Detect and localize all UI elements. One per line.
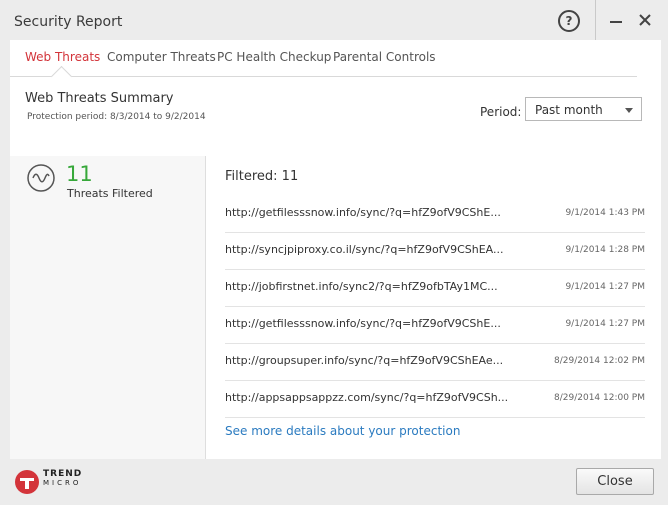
threat-time: 9/1/2014 1:43 PM bbox=[565, 208, 645, 218]
tab-web-threats[interactable]: Web Threats bbox=[25, 50, 100, 64]
title-bar: Security Report ? bbox=[0, 0, 668, 40]
tab-computer-threats[interactable]: Computer Threats bbox=[107, 50, 216, 64]
window-close-button[interactable] bbox=[634, 9, 656, 31]
logo-line-trend: TREND bbox=[43, 469, 83, 479]
close-button[interactable]: Close bbox=[576, 468, 654, 495]
report-panel: Web Threats Computer Threats PC Health C… bbox=[10, 40, 661, 459]
list-item: http://getfilesssnow.info/sync/?q=hfZ9of… bbox=[225, 196, 645, 233]
window-title: Security Report bbox=[14, 14, 123, 30]
minimize-icon bbox=[610, 21, 622, 23]
trend-micro-logo-icon bbox=[15, 470, 39, 494]
pane-divider bbox=[205, 156, 206, 459]
title-bar-divider bbox=[595, 0, 596, 40]
list-item: http://groupsuper.info/sync/?q=hfZ9ofV9C… bbox=[225, 344, 645, 381]
threat-url: http://syncjpiproxy.co.il/sync/?q=hfZ9of… bbox=[225, 243, 504, 256]
threat-url: http://jobfirstnet.info/sync2/?q=hfZ9ofb… bbox=[225, 280, 498, 293]
tab-bar: Web Threats Computer Threats PC Health C… bbox=[10, 40, 637, 88]
tab-parental-controls[interactable]: Parental Controls bbox=[333, 50, 436, 64]
logo-wordmark: TREND MICRO bbox=[43, 470, 82, 488]
active-tab-pointer bbox=[50, 65, 73, 88]
wave-icon bbox=[27, 164, 55, 192]
list-item: http://appsappsappzz.com/sync/?q=hfZ9ofV… bbox=[225, 381, 645, 418]
threats-count-label: Threats Filtered bbox=[67, 187, 153, 200]
filtered-header: Filtered: 11 bbox=[225, 169, 299, 184]
period-dropdown-value: Past month bbox=[535, 103, 603, 117]
threat-url: http://getfilesssnow.info/sync/?q=hfZ9of… bbox=[225, 317, 501, 330]
threat-url: http://groupsuper.info/sync/?q=hfZ9ofV9C… bbox=[225, 354, 504, 367]
threat-time: 8/29/2014 12:00 PM bbox=[554, 393, 645, 403]
threat-time: 8/29/2014 12:02 PM bbox=[554, 356, 645, 366]
stats-pane bbox=[10, 156, 205, 459]
period-dropdown[interactable]: Past month bbox=[525, 97, 642, 121]
logo-line-micro: MICRO bbox=[43, 479, 82, 487]
chevron-down-icon bbox=[625, 108, 633, 113]
threats-count: 11 bbox=[66, 162, 93, 186]
threat-url: http://appsappsappzz.com/sync/?q=hfZ9ofV… bbox=[225, 391, 509, 404]
tab-pc-health-checkup[interactable]: PC Health Checkup bbox=[217, 50, 331, 64]
help-icon[interactable]: ? bbox=[558, 10, 580, 32]
threat-time: 9/1/2014 1:27 PM bbox=[565, 282, 645, 292]
minimize-button[interactable] bbox=[606, 10, 626, 30]
see-more-details-link[interactable]: See more details about your protection bbox=[225, 424, 460, 438]
threat-list: http://getfilesssnow.info/sync/?q=hfZ9of… bbox=[225, 196, 645, 418]
summary-title: Web Threats Summary bbox=[25, 91, 174, 106]
protection-period: Protection period: 8/3/2014 to 9/2/2014 bbox=[27, 112, 206, 122]
list-item: http://jobfirstnet.info/sync2/?q=hfZ9ofb… bbox=[225, 270, 645, 307]
threat-time: 9/1/2014 1:28 PM bbox=[565, 245, 645, 255]
close-icon bbox=[639, 14, 651, 26]
period-label: Period: bbox=[480, 105, 522, 119]
threat-url: http://getfilesssnow.info/sync/?q=hfZ9of… bbox=[225, 206, 501, 219]
threat-time: 9/1/2014 1:27 PM bbox=[565, 319, 645, 329]
list-item: http://getfilesssnow.info/sync/?q=hfZ9of… bbox=[225, 307, 645, 344]
list-item: http://syncjpiproxy.co.il/sync/?q=hfZ9of… bbox=[225, 233, 645, 270]
